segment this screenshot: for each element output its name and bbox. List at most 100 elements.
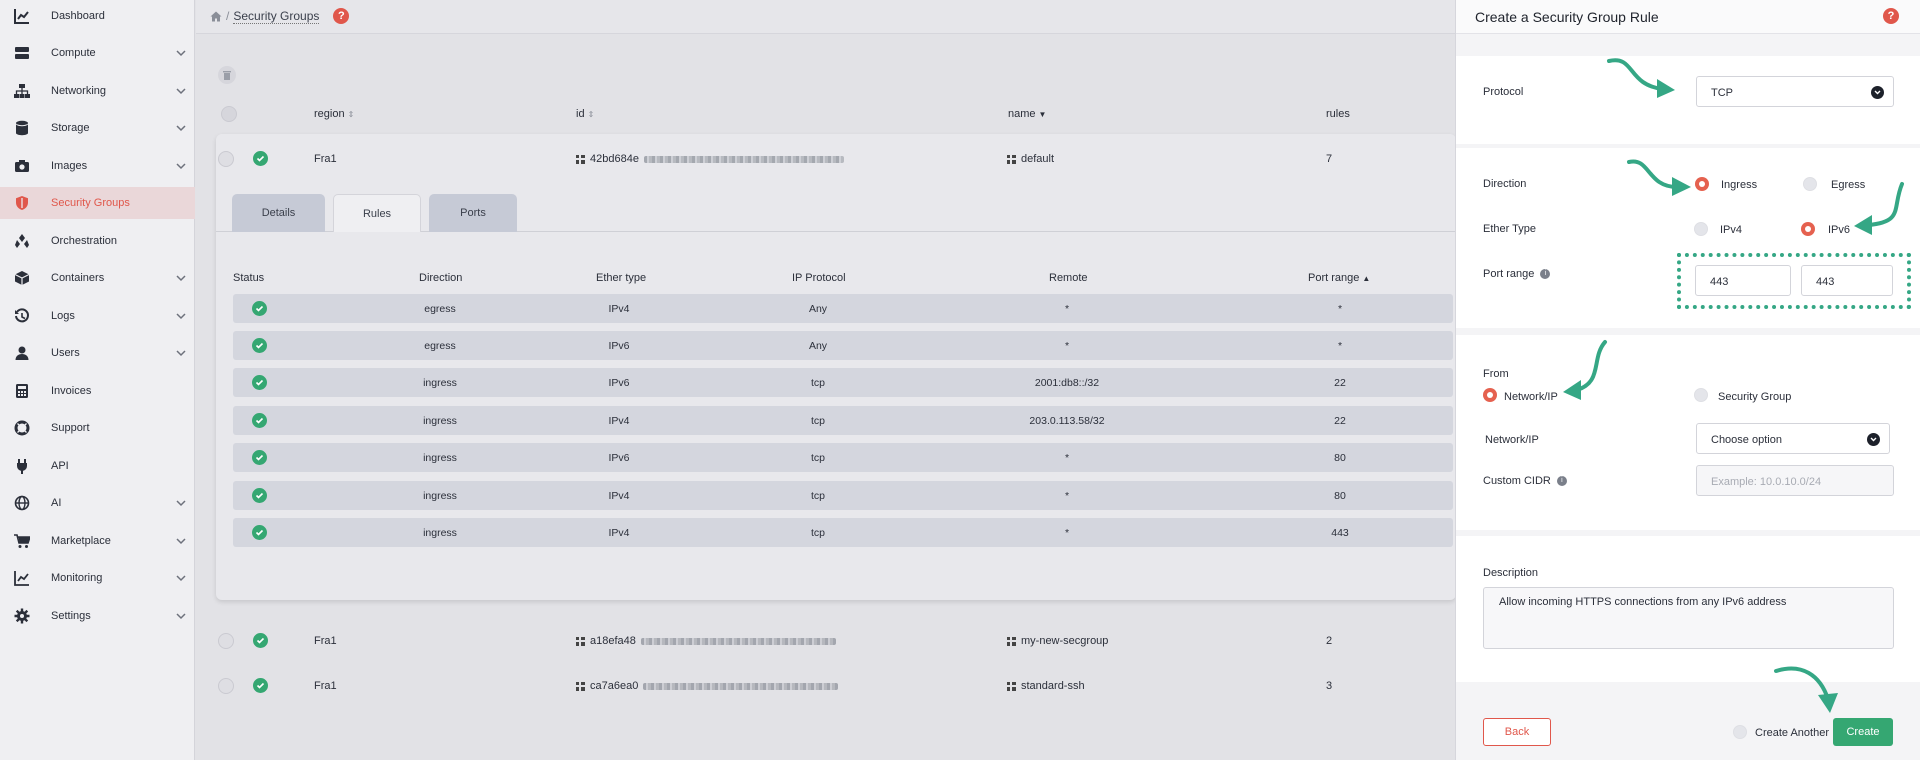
column-rules[interactable]: rules: [1326, 108, 1350, 120]
sidebar-item-api[interactable]: API: [0, 450, 195, 482]
protocol-select[interactable]: TCP: [1696, 76, 1894, 107]
column-region[interactable]: region ⇕: [314, 108, 354, 120]
sidebar-item-label: Networking: [51, 85, 107, 97]
sort-icon: ⇕: [347, 110, 355, 119]
chevron-down-icon: [176, 350, 186, 357]
sidebar-item-settings[interactable]: Settings: [0, 600, 195, 632]
table-row[interactable]: Fra1 42bd684e default 7: [218, 140, 1456, 180]
select-all-checkbox[interactable]: [221, 106, 237, 122]
custom-cidr-input[interactable]: Example: 10.0.10.0/24: [1696, 465, 1894, 496]
status-ok-icon: [252, 450, 267, 465]
plug-icon: [17, 459, 27, 474]
description-textarea[interactable]: Allow incoming HTTPS connections from an…: [1483, 587, 1894, 649]
status-ok-icon: [252, 301, 267, 316]
help-icon[interactable]: ?: [333, 8, 350, 24]
info-icon: i: [1540, 269, 1551, 280]
chevron-down-icon: [176, 50, 186, 57]
row-checkbox[interactable]: [218, 151, 234, 167]
breadcrumb-current[interactable]: Security Groups: [233, 9, 320, 24]
server-icon: [15, 47, 29, 59]
custom-cidr-label: Custom CIDR i: [1483, 475, 1567, 487]
breadcrumb-separator: /: [226, 9, 230, 23]
group-rules-count: 2: [1326, 635, 1333, 647]
group-region: Fra1: [314, 635, 337, 647]
chevron-down-icon: [1867, 433, 1880, 446]
sidebar-item-dashboard[interactable]: Dashboard: [0, 0, 195, 32]
delete-button[interactable]: [218, 66, 236, 84]
protocol-card: Protocol TCP: [1456, 56, 1920, 144]
redacted-id: [640, 637, 836, 645]
sidebar-item-security-groups[interactable]: Security Groups: [0, 187, 195, 219]
row-checkbox[interactable]: [218, 678, 234, 694]
sidebar-item-logs[interactable]: Logs: [0, 300, 195, 332]
grid-icon: [1007, 681, 1016, 691]
table-row: egress IPv4 Any * *: [233, 294, 1453, 323]
chevron-down-icon: [176, 538, 186, 545]
chevron-down-icon: [1871, 86, 1884, 99]
highlight-box: [1677, 253, 1911, 309]
ether-type-label: Ether Type: [1483, 223, 1536, 235]
column-name[interactable]: name ▼: [1008, 108, 1046, 120]
arrow-icon: [1627, 159, 1691, 196]
group-region: Fra1: [314, 680, 337, 692]
table-row: egress IPv6 Any * *: [233, 331, 1453, 360]
table-row[interactable]: Fra1 a18efa48 my-new-secgroup 2: [218, 622, 1456, 662]
row-checkbox[interactable]: [218, 633, 234, 649]
tab-details[interactable]: Details: [232, 194, 325, 232]
table-row: ingress IPv4 tcp * 80: [233, 481, 1453, 510]
back-button[interactable]: Back: [1483, 718, 1551, 746]
direction-egress-radio[interactable]: [1803, 177, 1817, 191]
group-rules-count: 7: [1326, 153, 1333, 165]
sidebar-item-label: Settings: [51, 610, 91, 622]
sidebar-item-marketplace[interactable]: Marketplace: [0, 525, 195, 557]
table-row: ingress IPv6 tcp 2001:db8::/32 22: [233, 368, 1453, 397]
sidebar-item-users[interactable]: Users: [0, 337, 195, 369]
sidebar-item-label: Dashboard: [51, 10, 105, 22]
create-button[interactable]: Create: [1833, 718, 1893, 746]
rules-col-direction: Direction: [419, 272, 463, 284]
sidebar-item-label: Images: [51, 160, 88, 172]
sidebar-item-compute[interactable]: Compute: [0, 37, 195, 69]
chevron-down-icon: [176, 613, 186, 620]
sidebar-item-ai[interactable]: AI: [0, 487, 195, 519]
group-id: ca7a6ea0: [576, 680, 839, 692]
tab-rules[interactable]: Rules: [333, 194, 421, 232]
from-secgroup-radio[interactable]: [1694, 388, 1708, 402]
status-ok-icon: [253, 633, 268, 648]
column-id[interactable]: id ⇕: [576, 108, 594, 120]
sidebar-item-label: Security Groups: [51, 197, 130, 209]
sort-asc-icon: ▲: [1362, 274, 1371, 283]
sidebar-item-monitoring[interactable]: Monitoring: [0, 562, 195, 594]
lifebuoy-icon: [14, 420, 30, 436]
sidebar-item-invoices[interactable]: Invoices: [0, 375, 195, 407]
sidebar-item-images[interactable]: Images: [0, 150, 195, 182]
create-another-checkbox[interactable]: [1733, 725, 1747, 739]
sidebar-item-orchestration[interactable]: Orchestration: [0, 225, 195, 257]
home-icon[interactable]: [210, 11, 222, 22]
monitoring-icon: [14, 571, 29, 586]
sidebar-item-containers[interactable]: Containers: [0, 262, 195, 294]
help-icon[interactable]: ?: [1883, 8, 1899, 24]
rules-col-ip-protocol: IP Protocol: [792, 272, 846, 284]
table-row[interactable]: Fra1 ca7a6ea0 standard-ssh 3: [218, 667, 1456, 707]
grid-icon: [576, 154, 585, 164]
ether-ipv6-radio[interactable]: [1801, 222, 1815, 236]
group-rules-count: 3: [1326, 680, 1333, 692]
ether-ipv4-radio[interactable]: [1694, 222, 1708, 236]
sidebar: Dashboard Compute Networking Storage Ima…: [0, 0, 195, 760]
from-network-radio[interactable]: [1483, 388, 1497, 402]
redacted-id: [643, 682, 839, 690]
sidebar-item-support[interactable]: Support: [0, 412, 195, 444]
sidebar-item-label: Orchestration: [51, 235, 118, 247]
tab-ports[interactable]: Ports: [429, 194, 517, 232]
status-ok-icon: [252, 375, 267, 390]
sidebar-item-storage[interactable]: Storage: [0, 112, 195, 144]
redacted-id: [643, 155, 844, 163]
grid-icon: [576, 681, 585, 691]
sidebar-item-networking[interactable]: Networking: [0, 75, 195, 107]
status-ok-icon: [253, 151, 268, 166]
port-range-label: Port range i: [1483, 268, 1551, 280]
network-ip-select[interactable]: Choose option: [1696, 423, 1890, 454]
rules-col-port-range[interactable]: Port range ▲: [1308, 272, 1370, 284]
chevron-down-icon: [176, 275, 186, 282]
